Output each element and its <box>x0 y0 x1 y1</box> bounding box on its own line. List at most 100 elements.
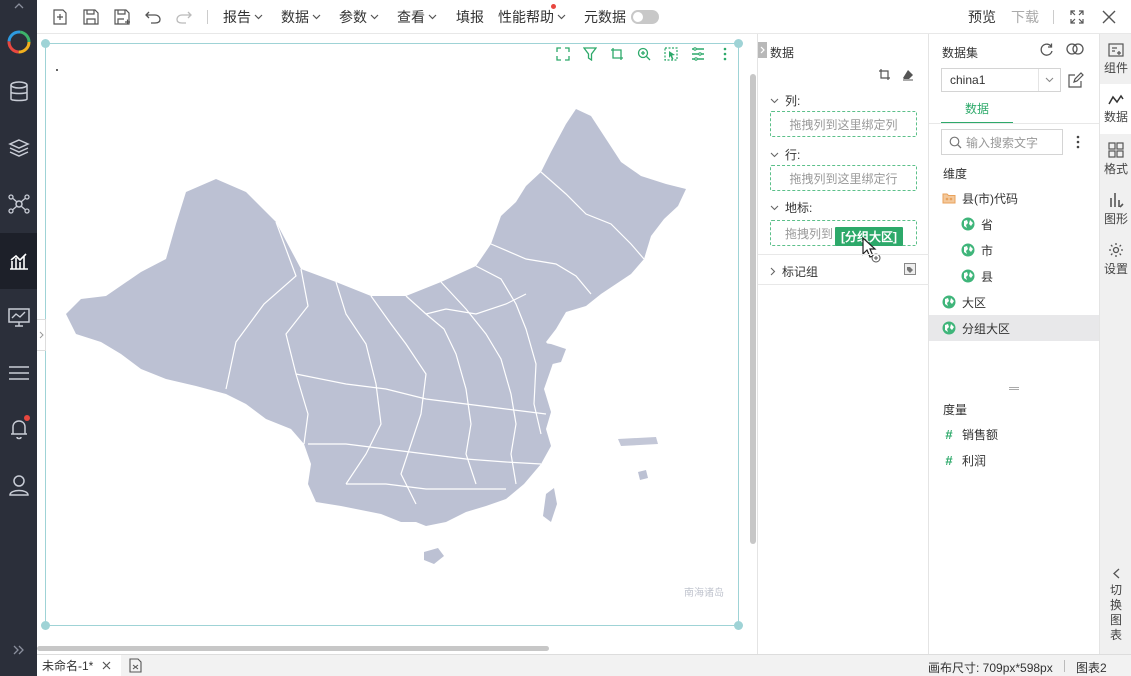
measure-field[interactable]: # 利润 <box>929 447 1099 473</box>
map-chart-component[interactable]: 南海诸岛 <box>41 39 743 630</box>
database-icon[interactable] <box>0 64 37 120</box>
dimension-field-label: 市 <box>981 243 994 258</box>
menu-params-label: 参数 <box>339 9 367 25</box>
close-tab-icon[interactable] <box>102 661 111 670</box>
refresh-icon[interactable] <box>1039 42 1054 60</box>
map-regions <box>66 109 686 564</box>
switch-chart-button[interactable]: 切 换 图 表 <box>1100 568 1131 643</box>
resize-handle-top-right[interactable] <box>734 39 743 48</box>
undo-icon[interactable] <box>145 0 161 34</box>
dataset-select[interactable]: china1 <box>941 68 1061 92</box>
dimension-field[interactable]: 省 <box>929 211 1099 237</box>
menu-params[interactable]: 参数 <box>339 0 379 34</box>
dimension-field[interactable]: 县(市)代码 <box>929 185 1099 211</box>
drag-cursor-icon <box>859 236 883 266</box>
panel-splitter-grip[interactable] <box>1009 387 1019 390</box>
notification-bell-icon[interactable] <box>0 401 37 457</box>
switch-chart-char: 换 <box>1109 598 1122 612</box>
status-bar: 未命名-1* 画布尺寸: 709px*598px 图表2 <box>37 654 1131 676</box>
vertical-scrollbar[interactable] <box>750 74 756 544</box>
tab-data-binding[interactable]: 数据 <box>1100 84 1131 134</box>
rows-label: 行: <box>785 148 801 162</box>
save-as-icon[interactable] <box>114 0 131 34</box>
tab-data-binding-label: 数据 <box>1103 109 1128 124</box>
collapse-up-icon[interactable] <box>0 0 37 12</box>
menu-performance-help-label: 性能帮助 <box>498 9 554 25</box>
edit-dataset-icon[interactable] <box>1068 72 1084 91</box>
measure-field[interactable]: # 销售额 <box>929 421 1099 447</box>
new-report-icon[interactable] <box>52 0 68 34</box>
chevron-down-icon <box>1038 69 1060 91</box>
expand-rail-icon[interactable] <box>0 624 37 676</box>
download-button[interactable]: 下载 <box>1011 0 1039 34</box>
metadata-toggle[interactable]: 元数据 <box>584 0 659 34</box>
panel-divider <box>758 254 929 255</box>
document-icon[interactable] <box>129 658 143 676</box>
menu-data[interactable]: 数据 <box>281 0 321 34</box>
report-chart-icon[interactable] <box>0 233 37 289</box>
document-tab[interactable]: 未命名-1* <box>37 655 121 676</box>
marker-group-section[interactable]: 标记组 <box>770 263 818 280</box>
tab-shape[interactable]: 图形 <box>1100 184 1131 234</box>
tab-settings-label: 设置 <box>1103 261 1128 276</box>
field-search-input[interactable]: 输入搜索文字 <box>941 129 1063 155</box>
dimension-field-selected[interactable]: 分组大区 <box>929 315 1099 341</box>
metadata-toggle-label: 元数据 <box>584 9 626 25</box>
document-tab-label: 未命名-1* <box>42 659 94 673</box>
menu-icon[interactable] <box>0 345 37 401</box>
fullscreen-icon[interactable] <box>1070 0 1084 34</box>
close-icon[interactable] <box>1102 0 1116 34</box>
columns-dropzone[interactable]: 拖拽列到这里绑定列 <box>770 111 917 137</box>
redo-icon[interactable] <box>176 0 192 34</box>
switch-chart-char: 表 <box>1109 628 1122 642</box>
panel-collapse-toggle[interactable] <box>758 42 767 58</box>
dataset-title: 数据集 <box>942 46 979 60</box>
menu-report[interactable]: 报告 <box>223 0 263 34</box>
tab-components[interactable]: 组件 <box>1100 34 1131 84</box>
eraser-icon[interactable] <box>902 69 914 84</box>
layers-icon[interactable] <box>0 120 37 176</box>
menu-fill[interactable]: 填报 <box>456 0 484 34</box>
more-options-icon[interactable] <box>1076 135 1080 152</box>
geo-label: 地标: <box>785 201 813 215</box>
menu-view[interactable]: 查看 <box>397 0 437 34</box>
measure-header: 度量 <box>943 403 968 417</box>
tab-settings[interactable]: 设置 <box>1100 234 1131 284</box>
metadata-switch[interactable] <box>631 10 659 24</box>
canvas-left-collapse[interactable] <box>37 319 46 351</box>
geo-section[interactable]: 地标: <box>770 199 812 216</box>
tab-data[interactable]: 数据 <box>941 100 1013 124</box>
measure-field-label: 销售额 <box>962 427 999 442</box>
resize-handle-bottom-left[interactable] <box>41 621 50 630</box>
dimension-field[interactable]: 市 <box>929 237 1099 263</box>
tab-format-label: 格式 <box>1103 161 1128 176</box>
resize-handle-bottom-right[interactable] <box>734 621 743 630</box>
china-map[interactable] <box>46 44 740 627</box>
resize-handle-top-left[interactable] <box>41 39 50 48</box>
dashboard-monitor-icon[interactable] <box>0 289 37 345</box>
globe-icon <box>961 217 975 231</box>
rows-section[interactable]: 行: <box>770 146 800 163</box>
rows-dropzone[interactable]: 拖拽列到这里绑定行 <box>770 165 917 191</box>
dimension-field[interactable]: 县 <box>929 263 1099 289</box>
user-profile-icon[interactable] <box>0 457 37 513</box>
horizontal-scrollbar[interactable] <box>37 646 549 651</box>
swap-axes-icon[interactable] <box>879 69 891 84</box>
dataset-link-icon[interactable] <box>1065 42 1085 59</box>
toolbar-separator <box>207 10 208 24</box>
columns-section[interactable]: 列: <box>770 92 800 109</box>
chevron-down-icon <box>370 14 379 20</box>
chevron-left-icon <box>1112 568 1119 579</box>
chevron-right-icon <box>770 267 776 276</box>
network-icon[interactable] <box>0 176 37 232</box>
preview-button[interactable]: 预览 <box>968 0 996 34</box>
save-icon[interactable] <box>83 0 99 34</box>
tab-format[interactable]: 格式 <box>1100 134 1131 184</box>
measure-field-label: 利润 <box>962 453 987 468</box>
south-sea-watermark: 南海诸岛 <box>684 588 724 599</box>
switch-chart-char: 图 <box>1109 613 1122 627</box>
dimension-field[interactable]: 大区 <box>929 289 1099 315</box>
right-tab-strip: 组件 数据 格式 图形 设置 切 换 图 表 <box>1099 34 1131 654</box>
marker-settings-icon[interactable] <box>904 263 916 278</box>
chevron-down-icon <box>428 14 437 20</box>
